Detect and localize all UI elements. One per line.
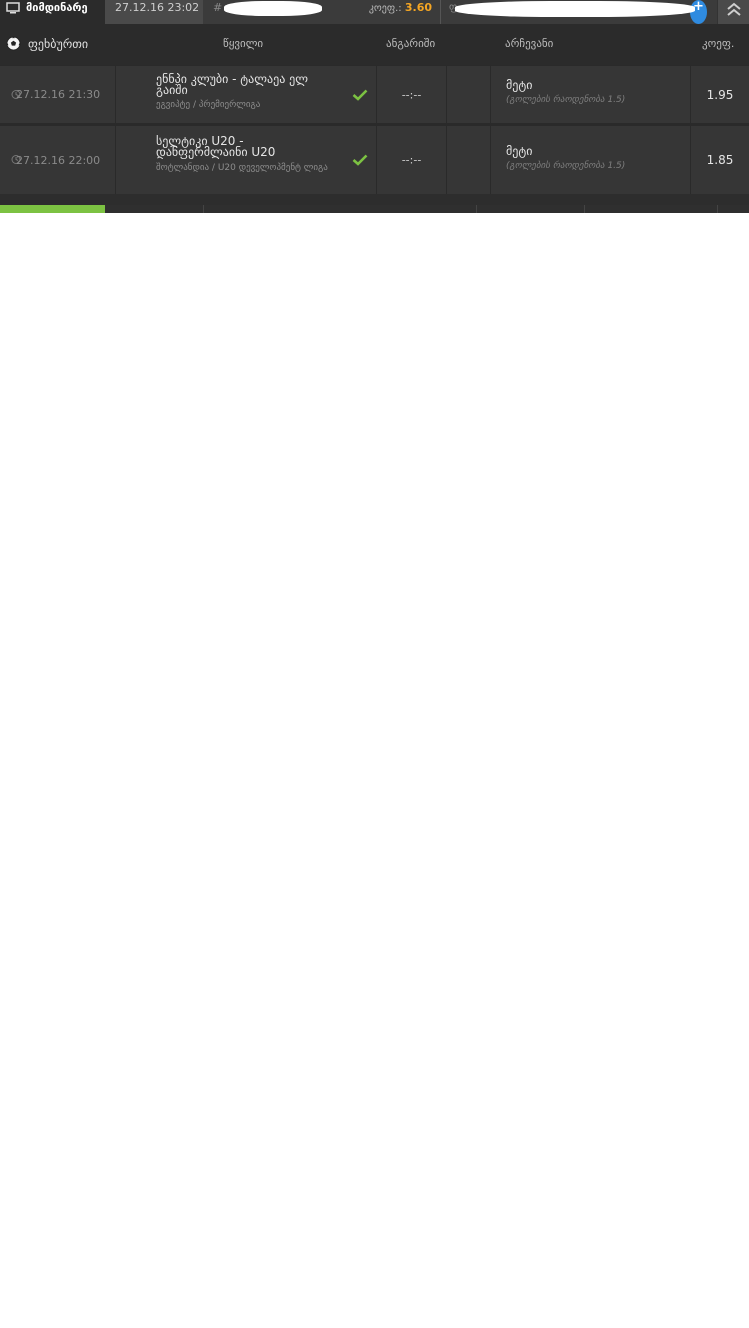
ticket-topbar: მიმდინარე 27.12.16 23:02 # კოეფ.: 3.60 ფ [0, 0, 749, 24]
match-score: --:-- [377, 126, 447, 194]
pick-name: მეტი [506, 78, 533, 92]
footer-divider [717, 205, 718, 213]
soccer-ball-icon [6, 35, 21, 51]
match-datetime: 27.12.16 22:00 [0, 126, 116, 194]
redaction-mark [224, 1, 322, 16]
ticket-footer [0, 205, 749, 213]
match-score-text: --:-- [401, 153, 422, 167]
pick-detail: (გოლების რაოდენობა 1.5) [506, 161, 626, 171]
status-label: მიმდინარე [26, 1, 88, 14]
chevron-up-icon [727, 2, 741, 16]
sport-name: ფეხბურთი [28, 37, 89, 51]
match-teams: ენნპი კლუბი - ტალაეა ელ გაიში [156, 72, 308, 97]
match-score: --:-- [377, 66, 447, 123]
bet-pick: მეტი (გოლების რაოდენობა 1.5) [491, 126, 691, 194]
pick-name: მეტი [506, 144, 533, 158]
total-odds-value: 3.60 [404, 1, 432, 14]
redaction-mark [455, 1, 695, 17]
footer-divider [203, 205, 204, 213]
match-datetime-text: 27.12.16 21:30 [16, 88, 101, 101]
empty-cell [447, 66, 491, 123]
footer-divider [584, 205, 585, 213]
table-row: 27.12.16 21:30 ენნპი კლუბი - ტალაეა ელ გ… [0, 65, 749, 123]
collapse-button[interactable] [717, 0, 749, 24]
status-tab[interactable]: მიმდინარე [0, 0, 105, 24]
bet-pick: მეტი (გოლების რაოდენობა 1.5) [491, 66, 691, 123]
match-event[interactable]: სელტიკი U20 - დანფერმლაინი U20 შოტლანდია… [116, 126, 377, 194]
table-header: ფეხბურთი წყვილი ანგარიში არჩევანი კოეფ. [0, 24, 749, 65]
progress-bar [0, 205, 105, 213]
column-header-score: ანგარიში [386, 37, 436, 50]
pick-odds-text: 1.95 [706, 87, 734, 102]
pick-odds: 1.85 [691, 126, 749, 194]
match-datetime-text: 27.12.16 22:00 [16, 153, 101, 167]
match-league: შოტლანდია / U20 დეველოპმენტ ლიგა [156, 163, 328, 173]
match-teams: სელტიკი U20 - დანფერმლაინი U20 [156, 134, 276, 159]
empty-cell [447, 126, 491, 194]
checkmark-icon [352, 154, 368, 166]
pick-odds: 1.95 [691, 66, 749, 123]
sport-heading: ფეხბურთი [6, 24, 88, 65]
pick-detail: (გოლების რაოდენობა 1.5) [506, 95, 626, 105]
match-score-text: --:-- [401, 88, 422, 101]
footer-divider [476, 205, 477, 213]
pick-odds-text: 1.85 [706, 153, 734, 167]
column-header-pick: არჩევანი [505, 37, 554, 50]
match-league: ეგვიპტე / პრემიერლიგა [156, 100, 261, 110]
monitor-icon [6, 2, 20, 14]
total-odds-label: კოეფ.: [368, 3, 402, 14]
match-event[interactable]: ენნპი კლუბი - ტალაეა ელ გაიში ეგვიპტე / … [116, 66, 377, 123]
column-header-event: წყვილი [223, 37, 264, 50]
ticket-date: 27.12.16 23:02 [105, 0, 203, 24]
checkmark-icon [352, 89, 368, 101]
total-odds: კოეფ.: 3.60 [360, 0, 440, 24]
match-datetime: 27.12.16 21:30 [0, 66, 116, 123]
bet-ticket: მიმდინარე 27.12.16 23:02 # კოეფ.: 3.60 ფ [0, 0, 749, 213]
column-header-coef: კოეფ. [702, 37, 735, 50]
table-row: 27.12.16 22:00 სელტიკი U20 - დანფერმლაინ… [0, 125, 749, 194]
